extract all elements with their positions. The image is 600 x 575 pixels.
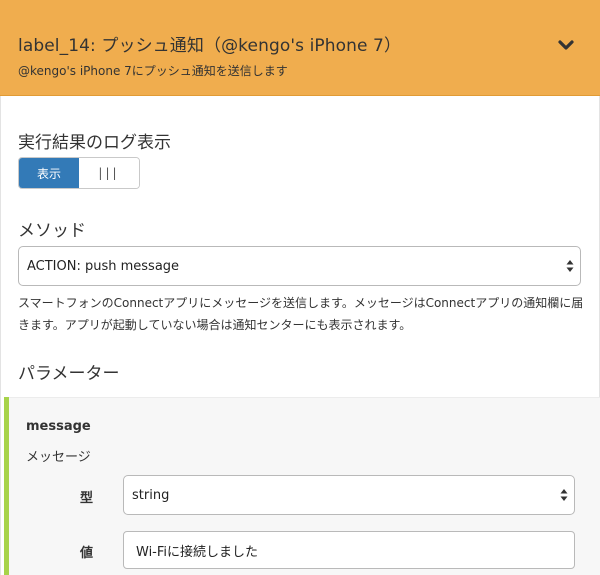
log-display-toggle[interactable]: 表示 ||| bbox=[18, 157, 140, 189]
select-arrows-icon bbox=[560, 489, 568, 501]
action-title: label_14: プッシュ通知（@kengo's iPhone 7） bbox=[18, 36, 402, 56]
parameter-description: メッセージ bbox=[26, 450, 91, 465]
type-select-value: string bbox=[132, 487, 170, 503]
action-header[interactable]: label_14: プッシュ通知（@kengo's iPhone 7） @ken… bbox=[0, 0, 600, 96]
method-description: スマートフォンのConnectアプリにメッセージを送信します。メッセージはCon… bbox=[18, 296, 584, 332]
method-label: メソッド bbox=[18, 221, 86, 241]
parameter-accent-bar bbox=[4, 397, 9, 575]
select-arrows-icon bbox=[566, 260, 574, 272]
parameters-label: パラメーター bbox=[18, 364, 120, 384]
type-label: 型 bbox=[80, 491, 94, 506]
method-select[interactable]: ACTION: push message bbox=[18, 246, 581, 286]
toggle-on-button[interactable]: 表示 bbox=[19, 158, 79, 188]
method-select-value: ACTION: push message bbox=[27, 258, 180, 274]
value-label: 値 bbox=[80, 546, 94, 561]
log-display-label: 実行結果のログ表示 bbox=[18, 133, 171, 153]
toggle-off-button[interactable]: ||| bbox=[79, 158, 139, 188]
value-input-text: Wi-Fiに接続しました bbox=[136, 544, 259, 560]
chevron-down-icon[interactable] bbox=[556, 36, 576, 56]
parameter-name: message bbox=[26, 419, 91, 434]
type-select[interactable]: string bbox=[123, 475, 575, 515]
value-input[interactable]: Wi-Fiに接続しました bbox=[123, 531, 575, 569]
action-subtitle: @kengo's iPhone 7にプッシュ通知を送信します bbox=[18, 64, 288, 78]
